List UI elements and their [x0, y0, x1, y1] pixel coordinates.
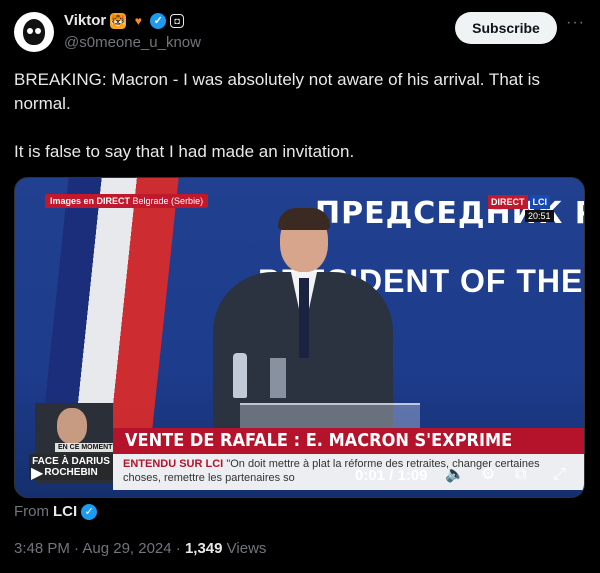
subscribe-button[interactable]: Subscribe [455, 12, 557, 44]
ticker-channel: LCI [205, 458, 224, 470]
more-options-icon[interactable]: ··· [566, 14, 585, 32]
orange-heart-icon: ♥ [134, 13, 142, 28]
avatar-eye-right [35, 28, 41, 34]
live-chip-location: Belgrade (Serbie) [130, 196, 204, 206]
picture-in-picture-icon[interactable]: ⧉ [515, 466, 526, 484]
channel-label: LCI [529, 195, 550, 209]
tweet-text: BREAKING: Macron - I was absolutely not … [14, 68, 574, 164]
source-prefix: From [14, 503, 49, 520]
live-chip-label: Images en DIRECT [50, 196, 131, 206]
live-location-chip: Images en DIRECT Belgrade (Serbie) [45, 194, 209, 208]
direct-label: DIRECT [488, 195, 528, 209]
guest-tag: EN CE MOMENT [55, 443, 116, 452]
fullscreen-icon[interactable]: ⤢ [553, 466, 566, 484]
settings-icon[interactable]: ⚙ [481, 466, 495, 484]
play-icon[interactable]: ▶ [31, 464, 51, 484]
author-name-row[interactable]: Viktor 🐯 ♥ ✓ ◘ [64, 12, 185, 29]
avatar-eye-left [27, 28, 33, 34]
verified-badge-icon: ✓ [150, 12, 167, 29]
video-source: From LCI ✓ [14, 503, 98, 520]
view-count: 1,349 [184, 540, 223, 557]
headline-banner: VENTE DE RAFALE : E. MACRON S'EXPRIME [113, 428, 584, 454]
author-name[interactable]: Viktor [64, 12, 106, 29]
ticker-bar: ENTENDU SUR LCI "On doit mettre à plat l… [113, 454, 584, 490]
broadcast-clock: 20:51 [525, 210, 554, 222]
video-player[interactable]: ПРЕДСЕДНИК РЕ PRESIDENT OF THE Images en… [14, 177, 585, 498]
tweet-timestamp[interactable]: 3:48 PM · Aug 29, 2024 · [14, 540, 185, 557]
water-glass [270, 358, 286, 398]
source-name[interactable]: LCI [53, 503, 77, 520]
speaker-hair [278, 208, 330, 230]
tweet-meta: 3:48 PM · Aug 29, 2024 · 1,349 Views [14, 540, 266, 557]
channel-logo: DIRECT LCI [488, 195, 550, 209]
ticker-label: ENTENDU SUR [123, 458, 203, 470]
author-avatar[interactable] [14, 12, 54, 52]
tiger-emoji-icon: 🐯 [110, 12, 127, 29]
author-handle[interactable]: @s0meone_u_know [64, 34, 201, 51]
speaker-tie [299, 278, 309, 358]
water-bottle [233, 353, 247, 398]
source-verified-icon: ✓ [81, 503, 98, 520]
video-time: 0:01 / 1:09 [355, 467, 428, 484]
tweet-line-2: It is false to say that I had made an in… [14, 142, 355, 161]
guest-head [57, 408, 87, 444]
tweet-line-1: BREAKING: Macron - I was absolutely not … [14, 70, 540, 113]
volume-icon[interactable]: 🔈 [445, 466, 465, 484]
camera-badge-icon: ◘ [170, 13, 185, 28]
views-label: Views [222, 540, 267, 557]
